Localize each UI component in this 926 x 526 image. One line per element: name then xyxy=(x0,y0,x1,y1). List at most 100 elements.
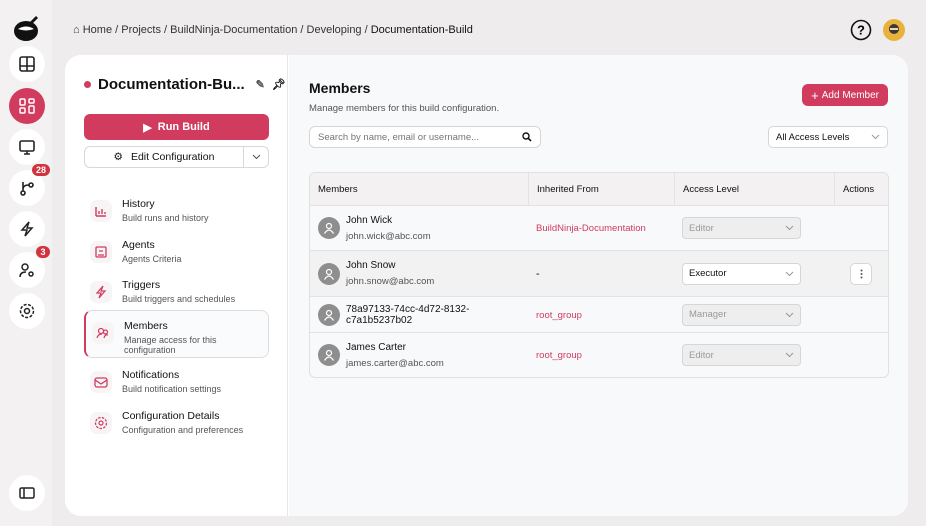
column-header: Actions xyxy=(834,173,888,205)
breadcrumb-home[interactable]: Home xyxy=(83,24,112,36)
help-icon: ? xyxy=(850,19,872,41)
member-name: James Carter xyxy=(346,341,407,353)
sidebar-rail: 28 3 xyxy=(0,0,52,526)
nav-item-title: Notifications xyxy=(122,369,180,381)
member-name: John Snow xyxy=(346,260,396,271)
chevron-down-icon xyxy=(785,271,794,276)
collapse-sidebar-button[interactable] xyxy=(9,475,45,511)
page-subtitle: Manage members for this build configurat… xyxy=(309,103,500,114)
access-level-filter[interactable]: All Access Levels xyxy=(768,126,888,148)
nav-item-subtitle: Agents Criteria xyxy=(122,254,182,264)
access-level-filter-value: All Access Levels xyxy=(776,131,850,143)
gear-icon xyxy=(90,412,112,434)
lightning-icon xyxy=(20,221,34,237)
triggers-nav[interactable] xyxy=(9,211,45,247)
edit-options-dropdown[interactable] xyxy=(244,147,268,167)
grid-icon xyxy=(19,98,35,114)
user-avatar-icon xyxy=(318,303,340,326)
member-email: john.wick@abc.com xyxy=(346,230,431,242)
user-gear-icon xyxy=(19,263,34,278)
search-icon xyxy=(522,132,532,142)
nav-item-members[interactable]: Members Manage access for this configurat… xyxy=(84,310,269,358)
row-actions-button[interactable] xyxy=(850,262,872,285)
access-level-value: Executor xyxy=(689,268,727,279)
breadcrumb-project[interactable]: BuildNinja-Documentation xyxy=(170,24,297,36)
inherited-from[interactable]: root_group xyxy=(536,310,582,321)
nav-item-title: Triggers xyxy=(122,279,161,291)
plus-icon: + xyxy=(811,87,819,103)
access-level-select: Editor xyxy=(682,344,801,366)
nav-item-configuration-details[interactable]: Configuration Details Configuration and p… xyxy=(84,401,269,449)
status-dot xyxy=(84,81,91,88)
access-level-select[interactable]: Executor xyxy=(682,262,801,285)
avatar[interactable] xyxy=(883,19,905,41)
chart-icon xyxy=(90,200,112,222)
user-avatar-icon xyxy=(318,217,340,239)
table-row: John Wick john.wick@abc.com BuildNinja-Do… xyxy=(310,205,888,250)
members-panel: Members Manage members for this build co… xyxy=(289,55,908,516)
pin-button[interactable]: 📌︎ xyxy=(272,78,286,91)
layout-icon xyxy=(19,56,35,72)
inherited-from[interactable]: BuildNinja-Documentation xyxy=(536,223,646,234)
table-row: James Carter james.carter@abc.com root_gr… xyxy=(310,332,888,377)
column-header: Access Level xyxy=(674,173,834,205)
member-name: John Wick xyxy=(346,214,393,226)
mail-icon xyxy=(90,371,112,393)
edit-configuration-split-button: ⚙ Edit Configuration xyxy=(84,146,269,168)
run-build-button[interactable]: ▶ Run Build xyxy=(84,114,269,140)
projects-nav[interactable] xyxy=(9,88,45,124)
user-avatar-icon xyxy=(318,344,340,366)
access-level-select: Editor xyxy=(682,217,801,239)
inherited-from: - xyxy=(536,267,540,280)
access-level-value: Editor xyxy=(689,349,714,361)
run-build-label: Run Build xyxy=(157,121,210,133)
chevron-down-icon xyxy=(252,154,260,160)
help-button[interactable]: ? xyxy=(850,19,872,41)
breadcrumb-developing[interactable]: Developing xyxy=(307,24,362,36)
inherited-from[interactable]: root_group xyxy=(536,350,582,361)
gear-icon: ⚙ xyxy=(113,151,123,163)
pipelines-nav[interactable]: 28 xyxy=(9,164,50,206)
nav-item-subtitle: Configuration and preferences xyxy=(122,425,244,435)
column-header: Inherited From xyxy=(528,173,674,205)
dashboard-nav[interactable] xyxy=(9,46,45,82)
table-header: Members Inherited From Access Level Acti… xyxy=(310,173,888,205)
breadcrumb-projects[interactable]: Projects xyxy=(121,24,161,36)
nav-item-title: Members xyxy=(124,320,168,332)
table-row: John Snow john.snow@abc.com - Executor xyxy=(310,250,888,296)
svg-text:?: ? xyxy=(857,23,865,38)
edit-configuration-button[interactable]: ⚙ Edit Configuration xyxy=(85,147,244,167)
config-title: Documentation-Bu... xyxy=(98,76,245,93)
search-input[interactable] xyxy=(318,131,522,143)
user-avatar-icon xyxy=(318,262,340,285)
users-nav[interactable]: 3 xyxy=(9,246,50,288)
chevron-down-icon xyxy=(785,352,794,358)
edit-configuration-label: Edit Configuration xyxy=(130,151,215,163)
agents-nav[interactable] xyxy=(9,129,45,165)
chevron-down-icon xyxy=(871,134,880,140)
edit-name-button[interactable]: ✎ xyxy=(256,78,265,91)
page-title: Members xyxy=(309,80,371,96)
add-member-button[interactable]: + Add Member xyxy=(802,84,888,106)
nav-item-title: Configuration Details xyxy=(122,410,220,422)
settings-nav[interactable] xyxy=(9,293,45,329)
gear-icon xyxy=(19,303,35,319)
member-name: 78a97133-74cc-4d72-8132-c7a1b5237b02 xyxy=(346,303,470,326)
users-badge: 3 xyxy=(36,246,50,258)
logo xyxy=(9,10,45,46)
access-level-select: Manager xyxy=(682,303,801,326)
agent-icon xyxy=(90,241,112,263)
member-email: james.carter@abc.com xyxy=(346,357,444,369)
monitor-icon xyxy=(19,140,35,155)
nav-item-subtitle: Build notification settings xyxy=(122,384,222,394)
chevron-down-icon xyxy=(785,312,794,317)
main-card: Documentation-Bu... ✎ 📌︎ ▶ Run Build ⚙ Edi… xyxy=(65,55,908,516)
access-level-value: Manager xyxy=(689,309,727,320)
column-header: Members xyxy=(318,183,358,195)
breadcrumb-current: Documentation-Build xyxy=(370,24,473,36)
nav-item-title: Agents xyxy=(122,239,155,251)
add-member-label: Add Member xyxy=(821,89,879,101)
access-level-value: Editor xyxy=(689,222,714,234)
nav-item-subtitle: Build runs and history xyxy=(122,213,209,223)
sidebar-icon xyxy=(19,487,35,499)
